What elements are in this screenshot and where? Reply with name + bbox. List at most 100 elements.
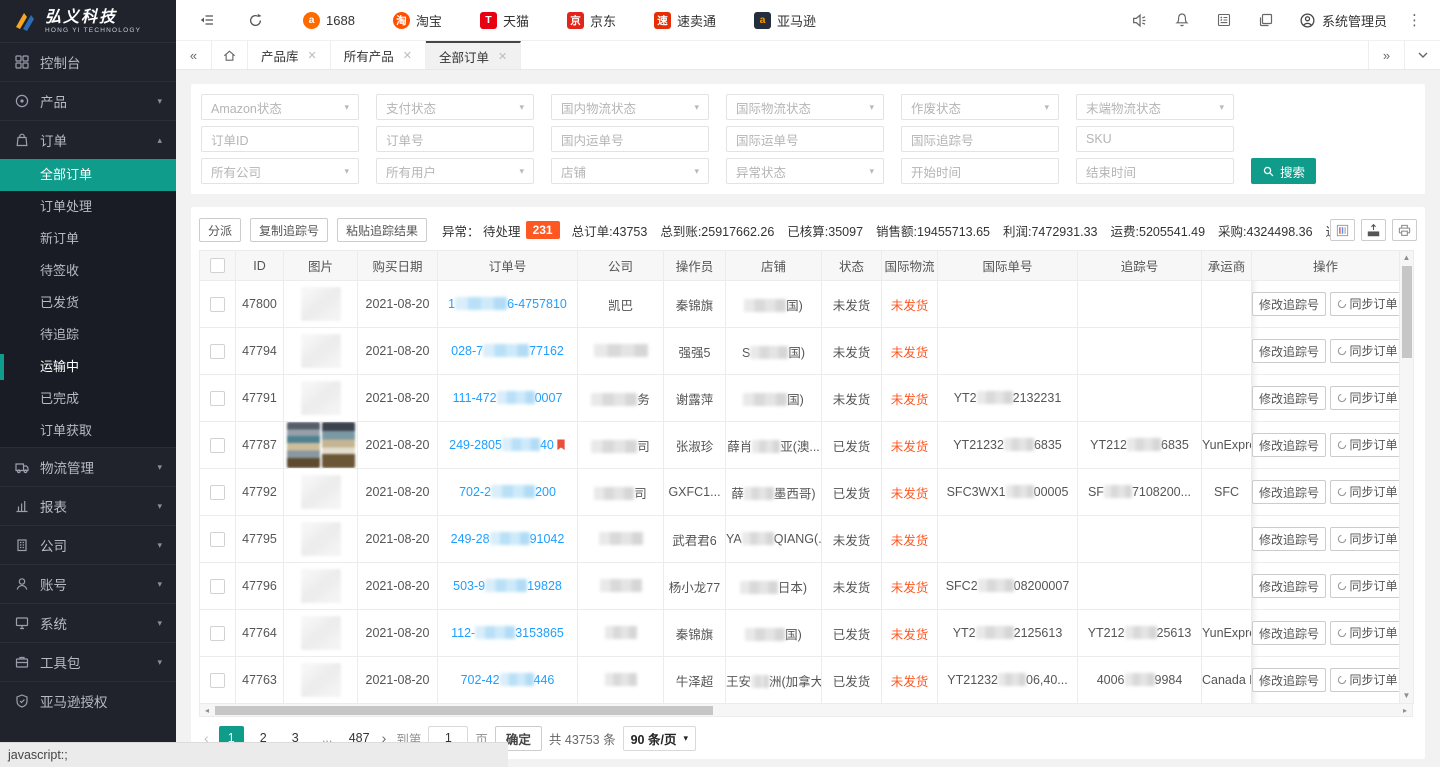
sync-order-button[interactable]: 同步订单: [1330, 386, 1400, 410]
platform-link-1[interactable]: 淘淘宝: [374, 0, 461, 41]
order-number-link[interactable]: 16-4757810: [448, 297, 567, 311]
sidebar-item-system[interactable]: 系统▾: [0, 603, 176, 642]
home-tab[interactable]: [212, 41, 248, 69]
column-header-12[interactable]: 操作: [1252, 251, 1400, 281]
edit-tracking-button[interactable]: 修改追踪号: [1252, 527, 1326, 551]
sidebar-item-order[interactable]: 订单▴: [0, 120, 176, 159]
column-header-11[interactable]: 承运商: [1202, 251, 1252, 281]
column-header-4[interactable]: 公司: [578, 251, 664, 281]
sidebar-item-company[interactable]: 公司▾: [0, 525, 176, 564]
platform-link-2[interactable]: T天猫: [461, 0, 548, 41]
tab-close-icon[interactable]: ✕: [498, 50, 507, 63]
order-number-link[interactable]: 702-42446: [461, 673, 555, 687]
user-menu[interactable]: 系统管理员: [1287, 11, 1399, 30]
row-checkbox[interactable]: [210, 626, 225, 641]
select-all-checkbox[interactable]: [210, 258, 225, 273]
filter-select-3-1[interactable]: 所有用户▾: [376, 158, 534, 184]
export-icon[interactable]: [1361, 219, 1386, 241]
toolbar-button-0[interactable]: 分派: [199, 218, 241, 242]
edit-tracking-button[interactable]: 修改追踪号: [1252, 574, 1326, 598]
filter-select-3-0[interactable]: 所有公司▾: [201, 158, 359, 184]
filter-input-3-4[interactable]: 开始时间: [901, 158, 1059, 184]
filter-select-1-5[interactable]: 末端物流状态▾: [1076, 94, 1234, 120]
more-options-icon[interactable]: ⋮: [1399, 11, 1440, 29]
row-checkbox[interactable]: [210, 297, 225, 312]
print-icon[interactable]: [1392, 219, 1417, 241]
row-checkbox[interactable]: [210, 344, 225, 359]
per-page-select[interactable]: 90 条/页▾: [623, 726, 696, 751]
filter-input-2-1[interactable]: 订单号: [376, 126, 534, 152]
sidebar-subitem-6[interactable]: 运输中: [0, 351, 176, 383]
vertical-scroll-thumb[interactable]: [1402, 266, 1412, 358]
sidebar-subitem-2[interactable]: 新订单: [0, 223, 176, 255]
edit-tracking-button[interactable]: 修改追踪号: [1252, 668, 1326, 692]
row-checkbox[interactable]: [210, 673, 225, 688]
sidebar-item-account[interactable]: 账号▾: [0, 564, 176, 603]
order-number-link[interactable]: 028-777162: [451, 344, 564, 358]
app-grid-icon[interactable]: [1203, 0, 1245, 41]
filter-select-3-2[interactable]: 店铺▾: [551, 158, 709, 184]
search-button[interactable]: 搜索: [1251, 158, 1316, 184]
order-number-link[interactable]: 249-2891042: [451, 532, 565, 546]
sync-order-button[interactable]: 同步订单: [1330, 527, 1400, 551]
filter-input-2-0[interactable]: 订单ID: [201, 126, 359, 152]
order-number-link[interactable]: 503-919828: [453, 579, 562, 593]
order-number-link[interactable]: 111-4720007: [453, 391, 563, 405]
refresh-icon[interactable]: [234, 0, 276, 41]
tab-2[interactable]: 全部订单✕: [426, 41, 521, 69]
sidebar-item-product[interactable]: 产品▾: [0, 81, 176, 120]
edit-tracking-button[interactable]: 修改追踪号: [1252, 621, 1326, 645]
filter-input-2-2[interactable]: 国内运单号: [551, 126, 709, 152]
edit-tracking-button[interactable]: 修改追踪号: [1252, 433, 1326, 457]
column-header-6[interactable]: 店铺: [726, 251, 822, 281]
column-header-2[interactable]: 购买日期: [358, 251, 438, 281]
product-image[interactable]: [322, 422, 355, 468]
scroll-right-icon[interactable]: ▸: [1398, 706, 1412, 715]
sync-order-button[interactable]: 同步订单: [1330, 339, 1400, 363]
edit-tracking-button[interactable]: 修改追踪号: [1252, 480, 1326, 504]
column-header-1[interactable]: 图片: [284, 251, 358, 281]
announcement-speaker-icon[interactable]: [1119, 0, 1161, 41]
filter-input-3-5[interactable]: 结束时间: [1076, 158, 1234, 184]
filter-select-1-2[interactable]: 国内物流状态▾: [551, 94, 709, 120]
sidebar-subitem-7[interactable]: 已完成: [0, 383, 176, 415]
scroll-down-icon[interactable]: ▼: [1403, 689, 1411, 703]
horizontal-scrollbar[interactable]: ◂ ▸: [199, 704, 1413, 717]
tabs-scroll-right-icon[interactable]: »: [1368, 41, 1404, 69]
tabs-scroll-left-icon[interactable]: «: [176, 41, 212, 69]
sidebar-subitem-1[interactable]: 订单处理: [0, 191, 176, 223]
filter-input-2-3[interactable]: 国际运单号: [726, 126, 884, 152]
scroll-up-icon[interactable]: ▲: [1403, 251, 1411, 265]
sidebar-subitem-3[interactable]: 待签收: [0, 255, 176, 287]
edit-tracking-button[interactable]: 修改追踪号: [1252, 386, 1326, 410]
sidebar-subitem-8[interactable]: 订单获取: [0, 415, 176, 447]
sidebar-item-shield[interactable]: 亚马逊授权: [0, 681, 176, 720]
notifications-bell-icon[interactable]: [1161, 0, 1203, 41]
edit-tracking-button[interactable]: 修改追踪号: [1252, 339, 1326, 363]
toolbar-button-1[interactable]: 复制追踪号: [250, 218, 328, 242]
platform-link-5[interactable]: a亚马逊: [735, 0, 835, 41]
logo[interactable]: 弘义科技 HONG YI TECHNOLOGY: [0, 0, 176, 42]
tab-0[interactable]: 产品库✕: [248, 41, 331, 69]
column-header-5[interactable]: 操作员: [664, 251, 726, 281]
pending-count-badge[interactable]: 231: [526, 221, 560, 239]
column-header-10[interactable]: 追踪号: [1078, 251, 1202, 281]
column-settings-icon[interactable]: [1330, 219, 1355, 241]
row-checkbox[interactable]: [210, 579, 225, 594]
collapse-sidebar-icon[interactable]: [186, 0, 228, 41]
sidebar-subitem-4[interactable]: 已发货: [0, 287, 176, 319]
platform-link-3[interactable]: 京京东: [548, 0, 635, 41]
sidebar-item-dashboard[interactable]: 控制台: [0, 42, 176, 81]
tabs-menu-chevron-icon[interactable]: [1404, 41, 1440, 69]
product-image[interactable]: [287, 422, 320, 468]
tab-close-icon[interactable]: ✕: [403, 49, 412, 62]
horizontal-scroll-thumb[interactable]: [215, 706, 713, 715]
sync-order-button[interactable]: 同步订单: [1330, 574, 1400, 598]
sidebar-subitem-0[interactable]: 全部订单: [0, 159, 176, 191]
column-header-0[interactable]: ID: [236, 251, 284, 281]
filter-select-1-1[interactable]: 支付状态▾: [376, 94, 534, 120]
platform-link-4[interactable]: 速速卖通: [635, 0, 735, 41]
row-checkbox[interactable]: [210, 485, 225, 500]
sync-order-button[interactable]: 同步订单: [1330, 292, 1400, 316]
platform-link-0[interactable]: a1688: [284, 0, 374, 41]
